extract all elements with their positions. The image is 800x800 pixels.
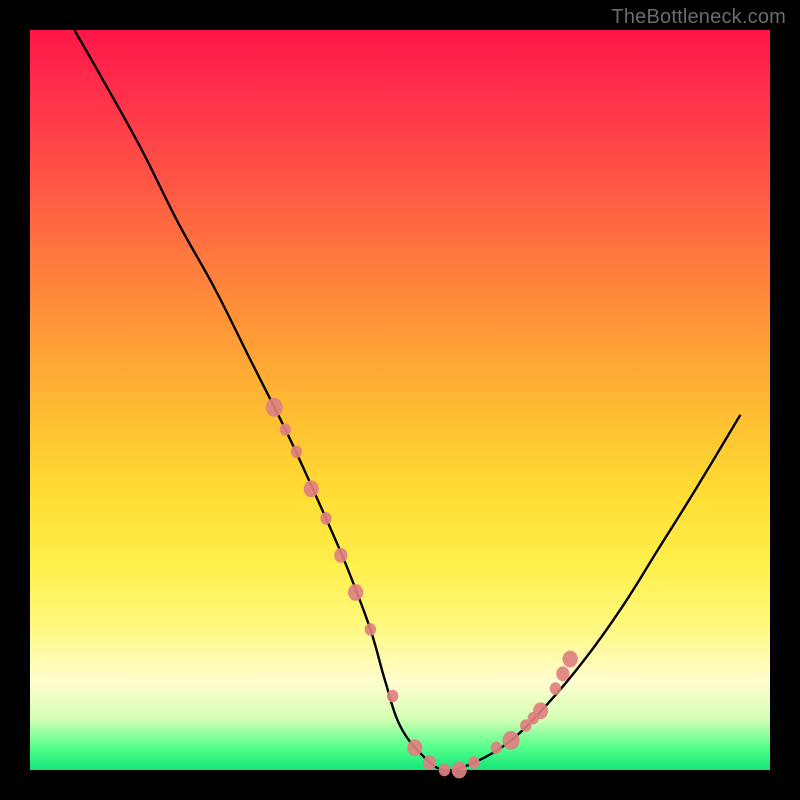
marker-dots	[266, 398, 578, 778]
marker-dot	[491, 742, 502, 755]
marker-dot	[320, 512, 331, 525]
bottleneck-curve	[30, 30, 770, 770]
chart-frame: TheBottleneck.com	[0, 0, 800, 800]
marker-dot	[468, 756, 479, 769]
marker-dot	[423, 755, 436, 770]
marker-dot	[291, 446, 302, 459]
watermark-label: TheBottleneck.com	[611, 6, 786, 29]
marker-dot	[563, 651, 578, 668]
marker-dot	[280, 423, 291, 436]
marker-dot	[334, 548, 347, 563]
marker-dot	[365, 623, 376, 636]
marker-dot	[550, 682, 561, 695]
marker-dot	[387, 690, 398, 703]
marker-dot	[304, 480, 319, 497]
marker-dot	[503, 731, 520, 750]
marker-dot	[348, 584, 363, 601]
series-path	[74, 30, 740, 770]
marker-dot	[556, 666, 569, 681]
marker-dot	[407, 739, 422, 756]
plot-area	[30, 30, 770, 770]
marker-dot	[266, 398, 283, 417]
marker-dot	[452, 762, 467, 779]
marker-dot	[533, 702, 548, 719]
marker-dot	[439, 764, 450, 777]
